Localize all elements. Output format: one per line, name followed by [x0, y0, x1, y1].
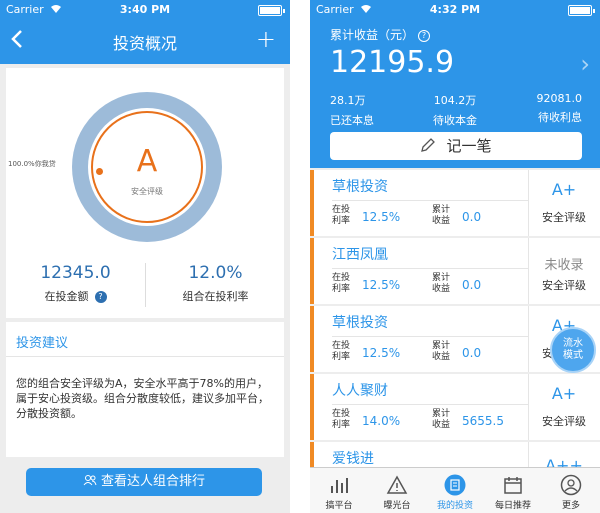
tab-platforms[interactable]: 搞平台: [310, 468, 368, 513]
list-item[interactable]: 人人聚财 在投利率 14.0% 累计收益 5655.5 A+ 安全评级: [310, 374, 600, 440]
earnings-value: 0.0: [462, 278, 482, 292]
portfolio-rate-value: 12.0%: [188, 263, 243, 283]
earnings-key: 累计收益: [432, 341, 451, 362]
platform-name: 草根投资: [332, 315, 388, 331]
document-icon: [444, 474, 466, 496]
portfolio-rate: 12.0% 组合在投利率: [146, 263, 285, 304]
invested-amount-label: 在投金额: [44, 290, 89, 303]
total-earnings: 12195.9: [330, 45, 455, 80]
status-bar: Carrier 4:32 PM: [310, 0, 600, 20]
earnings-header: Carrier 4:32 PM 累计收益（元）? 12195.9 › 28.1万…: [310, 0, 600, 168]
flow-mode-button[interactable]: 流水 模式: [550, 327, 596, 373]
rank-button[interactable]: 查看达人组合排行: [26, 468, 262, 496]
rate-key: 在投利率: [332, 205, 351, 226]
record-button-label: 记一笔: [446, 137, 492, 155]
grade: 未收录: [544, 258, 584, 273]
people-icon: [83, 475, 97, 486]
platform-name: 草根投资: [332, 179, 388, 195]
earnings-key: 累计收益: [432, 273, 451, 294]
stats-row: 12345.0 在投金额? 12.0% 组合在投利率: [6, 263, 284, 313]
rate-key: 在投利率: [332, 409, 351, 430]
grade-label: 安全评级: [542, 415, 586, 428]
status-time: 4:32 PM: [429, 3, 481, 16]
rating-label: 安全评级: [131, 187, 163, 196]
advice-title: 投资建议: [16, 336, 69, 351]
platform-name: 人人聚财: [332, 383, 388, 399]
list-item[interactable]: 江西凤凰 在投利率 12.5% 累计收益 0.0 未收录 安全评级: [310, 238, 600, 304]
earnings-key: 累计收益: [432, 205, 451, 226]
invested-amount: 12345.0 在投金额?: [6, 263, 145, 304]
pending-interest-stat: 92081.0 待收利息: [536, 92, 583, 124]
tab-daily-picks[interactable]: 每日推荐: [484, 468, 542, 513]
status-time: 3:40 PM: [119, 3, 171, 16]
battery-icon: [258, 5, 285, 16]
warning-icon: [386, 475, 408, 494]
grade: A+: [551, 384, 577, 403]
calendar-icon: [504, 477, 522, 494]
rate-value: 12.5%: [362, 278, 401, 292]
rating-grade: A: [136, 144, 158, 179]
grade: A+: [551, 180, 577, 199]
grade: A++: [545, 456, 583, 467]
battery-icon: [568, 5, 595, 16]
rate-key: 在投利率: [332, 341, 351, 362]
invested-amount-value: 12345.0: [40, 263, 111, 283]
rate-value: 12.5%: [362, 210, 401, 224]
user-icon: [560, 474, 582, 496]
platform-name: 爱钱进: [332, 451, 374, 467]
advice-text: 您的组合安全评级为A，安全水平高于78%的用户，属于安心投资级。组合分散度较低，…: [16, 377, 269, 420]
platform-name: 江西凤凰: [332, 247, 388, 263]
rate-key: 在投利率: [332, 273, 351, 294]
tab-exposure[interactable]: 曝光台: [368, 468, 426, 513]
beat-text: 100.0%你我贷: [8, 160, 56, 168]
page-title: 投资概况: [112, 34, 177, 53]
tab-more[interactable]: 更多: [542, 468, 600, 513]
rate-value: 12.5%: [362, 346, 401, 360]
rating-gauge: A 安全评级: [72, 92, 222, 242]
platform-list: 草根投资 在投利率 12.5% 累计收益 0.0 A+ 安全评级 江西凤凰 在投…: [310, 170, 600, 467]
bar-chart-icon: [331, 478, 348, 493]
rank-button-label: 查看达人组合排行: [100, 474, 205, 489]
rate-value: 14.0%: [362, 414, 401, 428]
grade-label: 安全评级: [542, 279, 586, 292]
add-icon[interactable]: +: [256, 27, 276, 51]
record-button[interactable]: 记一笔: [330, 132, 582, 160]
earnings-subtitle: 累计收益（元）?: [330, 26, 431, 43]
grade-label: 安全评级: [542, 211, 586, 224]
portfolio-rate-label: 组合在投利率: [182, 290, 249, 303]
help-icon[interactable]: ?: [94, 291, 107, 303]
chevron-right-icon[interactable]: ›: [580, 50, 590, 78]
list-item[interactable]: 爱钱进 A++: [310, 442, 600, 467]
list-item[interactable]: 草根投资 在投利率 12.5% 累计收益 0.0 A+ 安全评级: [310, 170, 600, 236]
tab-bar: 搞平台 曝光台 我的投资 每日推荐 更多: [310, 467, 600, 513]
rating-card: A 安全评级 100.0%你我贷 12345.0 在投金额? 12.0% 组合在…: [6, 68, 284, 318]
pencil-icon: [421, 138, 436, 152]
earnings-key: 累计收益: [432, 409, 451, 430]
divider: [6, 356, 284, 357]
advice-card: 投资建议 您的组合安全评级为A，安全水平高于78%的用户，属于安心投资级。组合分…: [6, 322, 284, 457]
earnings-value: 0.0: [462, 210, 482, 224]
left-screen: Carrier 3:40 PM 投资概况 + A 安全评级 100.0%你我贷 …: [0, 0, 290, 513]
nav-bar: Carrier 3:40 PM 投资概况 +: [0, 0, 290, 64]
tab-my-investment[interactable]: 我的投资: [426, 468, 484, 513]
help-icon[interactable]: ?: [418, 30, 431, 42]
earnings-value: 5655.5: [462, 414, 504, 428]
earnings-value: 0.0: [462, 346, 482, 360]
status-bar: Carrier 3:40 PM: [0, 0, 290, 20]
right-screen: Carrier 4:32 PM 累计收益（元）? 12195.9 › 28.1万…: [310, 0, 600, 513]
